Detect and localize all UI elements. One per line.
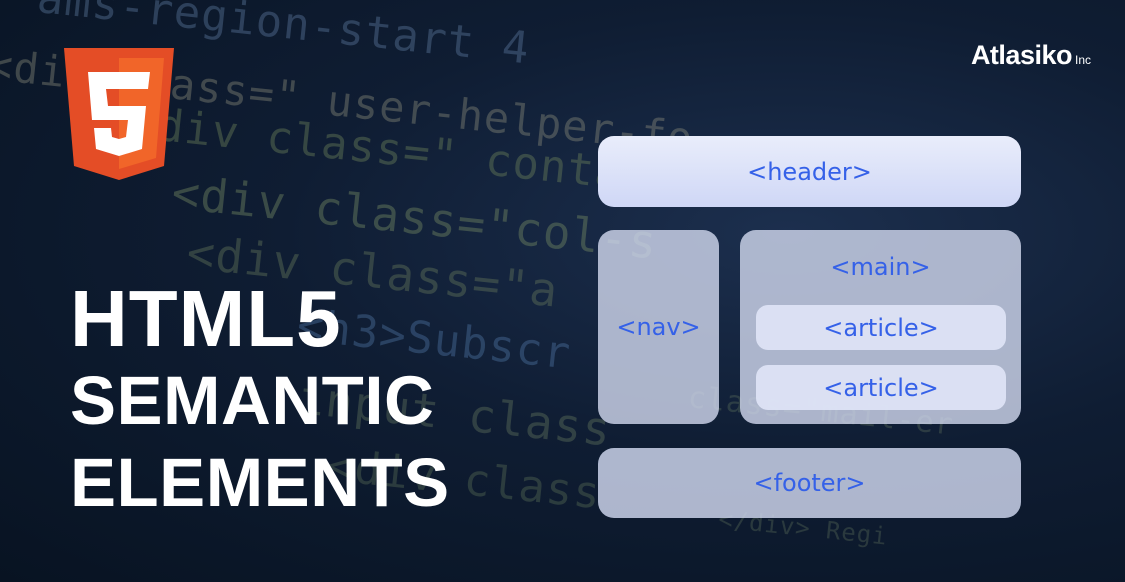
header-block: <header> <box>598 136 1021 207</box>
article-label-1: <article> <box>823 313 939 342</box>
brand-logo: Atlasiko Inc <box>971 40 1091 71</box>
footer-block: <footer> <box>598 448 1021 518</box>
nav-block: <nav> <box>598 230 719 424</box>
brand-name: Atlasiko <box>970 40 1073 70</box>
main-label: <main> <box>830 253 931 281</box>
article-label-2: <article> <box>823 373 939 402</box>
headline: HTML5 SEMANTIC ELEMENTS <box>70 278 450 524</box>
headline-line-3: ELEMENTS <box>70 444 450 521</box>
brand-suffix: Inc <box>1074 53 1091 67</box>
nav-label: <nav> <box>616 313 701 341</box>
footer-label: <footer> <box>753 469 866 497</box>
article-block-1: <article> <box>756 305 1006 350</box>
headline-line-1: HTML5 <box>70 274 342 363</box>
header-label: <header> <box>747 157 872 186</box>
article-block-2: <article> <box>756 365 1006 410</box>
html5-shield-icon <box>60 48 178 180</box>
headline-line-2: SEMANTIC <box>70 362 435 439</box>
